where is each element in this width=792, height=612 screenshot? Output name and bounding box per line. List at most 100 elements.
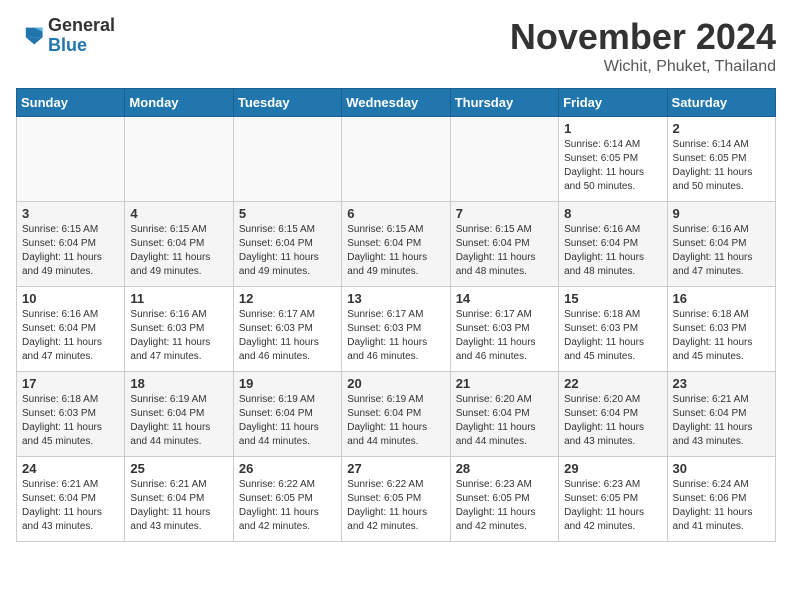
calendar-day-cell [17,117,125,202]
calendar-day-cell: 13 Sunrise: 6:17 AMSunset: 6:03 PMDayligh… [342,287,450,372]
day-number: 16 [673,291,770,306]
calendar-day-cell: 25 Sunrise: 6:21 AMSunset: 6:04 PMDayligh… [125,457,233,542]
day-number: 19 [239,376,336,391]
day-number: 7 [456,206,553,221]
day-number: 3 [22,206,119,221]
day-info: Sunrise: 6:15 AMSunset: 6:04 PMDaylight:… [456,223,553,279]
day-info: Sunrise: 6:18 AMSunset: 6:03 PMDaylight:… [22,393,119,449]
day-info: Sunrise: 6:21 AMSunset: 6:04 PMDaylight:… [673,393,770,449]
day-info: Sunrise: 6:16 AMSunset: 6:03 PMDaylight:… [130,308,227,364]
day-info: Sunrise: 6:20 AMSunset: 6:04 PMDaylight:… [564,393,661,449]
calendar-day-cell: 6 Sunrise: 6:15 AMSunset: 6:04 PMDaylight… [342,202,450,287]
day-number: 27 [347,461,444,476]
calendar-day-cell: 11 Sunrise: 6:16 AMSunset: 6:03 PMDayligh… [125,287,233,372]
day-number: 4 [130,206,227,221]
day-info: Sunrise: 6:19 AMSunset: 6:04 PMDaylight:… [239,393,336,449]
day-info: Sunrise: 6:18 AMSunset: 6:03 PMDaylight:… [673,308,770,364]
calendar-day-cell: 16 Sunrise: 6:18 AMSunset: 6:03 PMDayligh… [667,287,775,372]
calendar-day-cell: 27 Sunrise: 6:22 AMSunset: 6:05 PMDayligh… [342,457,450,542]
day-number: 25 [130,461,227,476]
calendar-day-cell [342,117,450,202]
day-info: Sunrise: 6:22 AMSunset: 6:05 PMDaylight:… [347,478,444,534]
day-info: Sunrise: 6:21 AMSunset: 6:04 PMDaylight:… [130,478,227,534]
day-number: 18 [130,376,227,391]
day-info: Sunrise: 6:23 AMSunset: 6:05 PMDaylight:… [564,478,661,534]
day-number: 14 [456,291,553,306]
day-number: 8 [564,206,661,221]
day-number: 28 [456,461,553,476]
logo-general: General [48,16,115,36]
day-info: Sunrise: 6:21 AMSunset: 6:04 PMDaylight:… [22,478,119,534]
day-number: 6 [347,206,444,221]
calendar-day-cell: 14 Sunrise: 6:17 AMSunset: 6:03 PMDayligh… [450,287,558,372]
calendar-week-row: 10 Sunrise: 6:16 AMSunset: 6:04 PMDayligh… [17,287,776,372]
day-info: Sunrise: 6:20 AMSunset: 6:04 PMDaylight:… [456,393,553,449]
calendar-day-cell: 20 Sunrise: 6:19 AMSunset: 6:04 PMDayligh… [342,372,450,457]
day-number: 13 [347,291,444,306]
calendar-day-cell: 30 Sunrise: 6:24 AMSunset: 6:06 PMDayligh… [667,457,775,542]
logo: General Blue [16,16,115,56]
day-number: 2 [673,121,770,136]
day-info: Sunrise: 6:14 AMSunset: 6:05 PMDaylight:… [673,138,770,194]
calendar-day-cell: 7 Sunrise: 6:15 AMSunset: 6:04 PMDaylight… [450,202,558,287]
day-info: Sunrise: 6:14 AMSunset: 6:05 PMDaylight:… [564,138,661,194]
calendar-day-cell: 26Sunrise: 6:22 AMSunset: 6:05 PMDayligh… [233,457,341,542]
day-number: 20 [347,376,444,391]
calendar-header-saturday: Saturday [667,89,775,117]
day-info: Sunrise: 6:17 AMSunset: 6:03 PMDaylight:… [347,308,444,364]
day-info: Sunrise: 6:15 AMSunset: 6:04 PMDaylight:… [347,223,444,279]
day-number: 22 [564,376,661,391]
calendar-header-friday: Friday [559,89,667,117]
day-number: 17 [22,376,119,391]
calendar-day-cell: 15 Sunrise: 6:18 AMSunset: 6:03 PMDayligh… [559,287,667,372]
day-info: Sunrise: 6:17 AMSunset: 6:03 PMDaylight:… [239,308,336,364]
day-info: Sunrise: 6:16 AMSunset: 6:04 PMDaylight:… [564,223,661,279]
day-info: Sunrise: 6:17 AMSunset: 6:03 PMDaylight:… [456,308,553,364]
calendar-header-sunday: Sunday [17,89,125,117]
day-info: Sunrise: 6:18 AMSunset: 6:03 PMDaylight:… [564,308,661,364]
day-number: 23 [673,376,770,391]
calendar-day-cell: 18 Sunrise: 6:19 AMSunset: 6:04 PMDayligh… [125,372,233,457]
day-number: 11 [130,291,227,306]
day-info: Sunrise: 6:19 AMSunset: 6:04 PMDaylight:… [347,393,444,449]
calendar-day-cell: 29 Sunrise: 6:23 AMSunset: 6:05 PMDayligh… [559,457,667,542]
calendar-week-row: 3 Sunrise: 6:15 AMSunset: 6:04 PMDaylight… [17,202,776,287]
day-number: 29 [564,461,661,476]
title-block: November 2024 Wichit, Phuket, Thailand [510,16,776,76]
day-info: Sunrise: 6:23 AMSunset: 6:05 PMDaylight:… [456,478,553,534]
calendar-day-cell [125,117,233,202]
calendar-day-cell: 17 Sunrise: 6:18 AMSunset: 6:03 PMDayligh… [17,372,125,457]
day-number: 15 [564,291,661,306]
calendar-day-cell: 24 Sunrise: 6:21 AMSunset: 6:04 PMDayligh… [17,457,125,542]
calendar-day-cell: 8 Sunrise: 6:16 AMSunset: 6:04 PMDaylight… [559,202,667,287]
day-info: Sunrise: 6:19 AMSunset: 6:04 PMDaylight:… [130,393,227,449]
calendar-table: SundayMondayTuesdayWednesdayThursdayFrid… [16,88,776,542]
logo-icon [16,22,44,50]
calendar-header-row: SundayMondayTuesdayWednesdayThursdayFrid… [17,89,776,117]
day-number: 1 [564,121,661,136]
month-title: November 2024 [510,16,776,58]
day-number: 24 [22,461,119,476]
calendar-day-cell: 28 Sunrise: 6:23 AMSunset: 6:05 PMDayligh… [450,457,558,542]
day-info: Sunrise: 6:24 AMSunset: 6:06 PMDaylight:… [673,478,770,534]
calendar-day-cell: 3Sunrise: 6:15 AMSunset: 6:04 PMDaylight… [17,202,125,287]
day-number: 30 [673,461,770,476]
calendar-day-cell: 19 Sunrise: 6:19 AMSunset: 6:04 PMDayligh… [233,372,341,457]
page-header: General Blue November 2024 Wichit, Phuke… [16,16,776,76]
calendar-header-monday: Monday [125,89,233,117]
calendar-day-cell: 4 Sunrise: 6:15 AMSunset: 6:04 PMDaylight… [125,202,233,287]
day-info: Sunrise: 6:22 AMSunset: 6:05 PMDaylight:… [239,478,336,534]
day-info: Sunrise: 6:16 AMSunset: 6:04 PMDaylight:… [22,308,119,364]
calendar-header-wednesday: Wednesday [342,89,450,117]
calendar-week-row: 1 Sunrise: 6:14 AMSunset: 6:05 PMDaylight… [17,117,776,202]
calendar-day-cell: 5Sunrise: 6:15 AMSunset: 6:04 PMDaylight… [233,202,341,287]
day-info: Sunrise: 6:15 AMSunset: 6:04 PMDaylight:… [130,223,227,279]
calendar-day-cell [233,117,341,202]
calendar-day-cell [450,117,558,202]
calendar-day-cell: 9Sunrise: 6:16 AMSunset: 6:04 PMDaylight… [667,202,775,287]
calendar-day-cell: 21Sunrise: 6:20 AMSunset: 6:04 PMDayligh… [450,372,558,457]
day-number: 9 [673,206,770,221]
logo-blue: Blue [48,36,115,56]
day-number: 10 [22,291,119,306]
day-number: 12 [239,291,336,306]
